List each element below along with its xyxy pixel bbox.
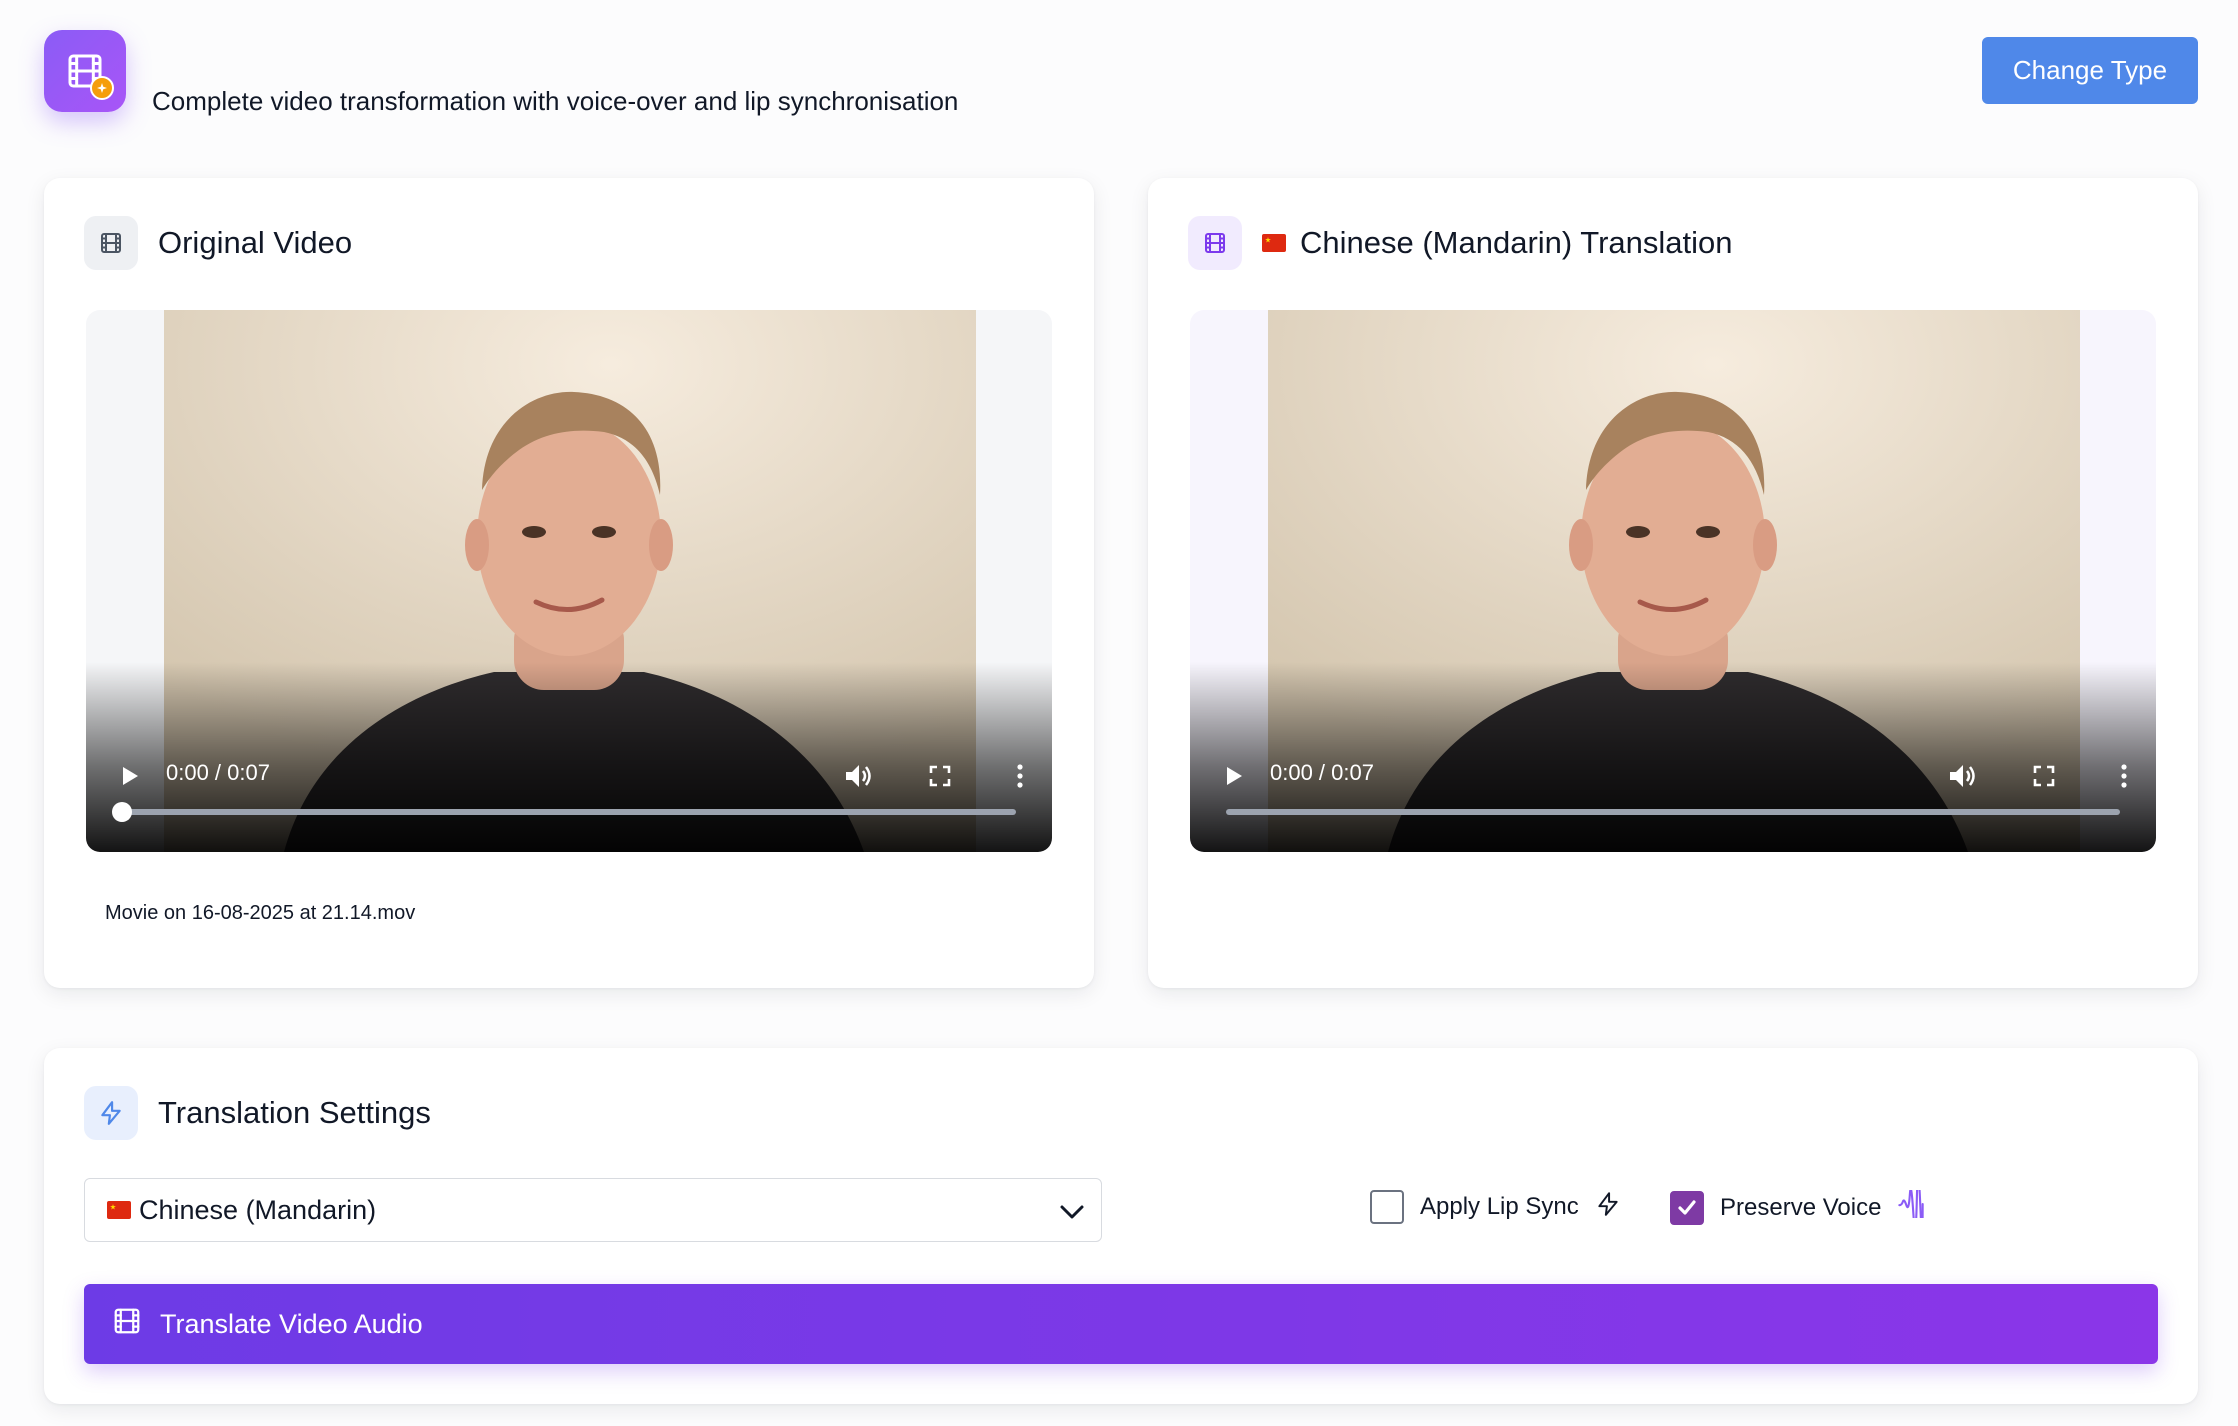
video-controls-overlay xyxy=(1190,662,2156,852)
page: Complete video transformation with voice… xyxy=(0,0,2238,1426)
preserve-voice-label: Preserve Voice xyxy=(1720,1193,1882,1221)
video-filename: Movie on 16-08-2025 at 21.14.mov xyxy=(105,902,416,924)
apply-lip-sync-label: Apply Lip Sync xyxy=(1420,1193,1579,1220)
zap-icon xyxy=(1595,1191,1621,1224)
seek-bar[interactable] xyxy=(112,802,1016,822)
translated-video-title-text: Chinese (Mandarin) Translation xyxy=(1300,225,1733,260)
film-icon xyxy=(112,1306,142,1343)
video-time: 0:00 / 0:07 xyxy=(1270,760,1374,785)
page-subtitle: Complete video transformation with voice… xyxy=(152,86,959,116)
preserve-voice-option[interactable]: Preserve Voice xyxy=(1670,1174,1925,1236)
translated-video-header: Chinese (Mandarin) Translation xyxy=(1188,216,1733,270)
fullscreen-icon[interactable] xyxy=(2024,756,2064,796)
volume-icon[interactable] xyxy=(1942,756,1982,796)
film-icon xyxy=(84,216,138,270)
change-type-button[interactable]: Change Type xyxy=(1982,37,2198,104)
app-logo xyxy=(44,30,126,112)
translation-settings-title: Translation Settings xyxy=(158,1095,431,1130)
chevron-down-icon xyxy=(1057,1197,1087,1234)
zap-icon xyxy=(84,1086,138,1140)
film-icon xyxy=(1188,216,1242,270)
translation-settings-header: Translation Settings xyxy=(84,1086,431,1140)
language-select-value: Chinese (Mandarin) xyxy=(139,1194,377,1225)
original-video-player[interactable]: 0:00 / 0:07 xyxy=(86,310,1052,852)
translated-video-card: Chinese (Mandarin) Translation 0:00 / 0:… xyxy=(1148,178,2198,988)
preserve-voice-checkbox[interactable] xyxy=(1670,1190,1704,1225)
play-icon[interactable] xyxy=(1214,756,1254,796)
play-icon[interactable] xyxy=(110,756,150,796)
more-options-icon[interactable] xyxy=(1000,756,1040,796)
translated-video-player[interactable]: 0:00 / 0:07 xyxy=(1190,310,2156,852)
cn-flag-icon xyxy=(1262,234,1286,252)
language-select[interactable]: Chinese (Mandarin) xyxy=(84,1178,1102,1242)
video-controls-overlay xyxy=(86,662,1052,852)
translate-button-label: Translate Video Audio xyxy=(160,1308,423,1339)
translation-settings-card: Translation Settings Chinese (Mandarin) … xyxy=(44,1048,2198,1404)
apply-lip-sync-checkbox[interactable] xyxy=(1370,1190,1404,1224)
translated-video-title: Chinese (Mandarin) Translation xyxy=(1262,225,1733,261)
audio-waveform-icon xyxy=(1897,1174,1925,1236)
translate-video-audio-button[interactable]: Translate Video Audio xyxy=(84,1284,2158,1364)
video-time: 0:00 / 0:07 xyxy=(166,760,270,785)
apply-lip-sync-option[interactable]: Apply Lip Sync xyxy=(1370,1190,1621,1224)
volume-icon[interactable] xyxy=(838,756,878,796)
original-video-header: Original Video xyxy=(84,216,352,270)
seek-bar[interactable] xyxy=(1226,809,2120,815)
original-video-title: Original Video xyxy=(158,225,353,260)
seek-thumb[interactable] xyxy=(112,802,132,822)
fullscreen-icon[interactable] xyxy=(920,756,960,796)
sparkle-badge-icon xyxy=(90,76,114,100)
cn-flag-icon xyxy=(107,1201,131,1219)
original-video-card: Original Video 0:00 / 0:07 Movie on 16-0… xyxy=(44,178,1094,988)
more-options-icon[interactable] xyxy=(2104,756,2144,796)
